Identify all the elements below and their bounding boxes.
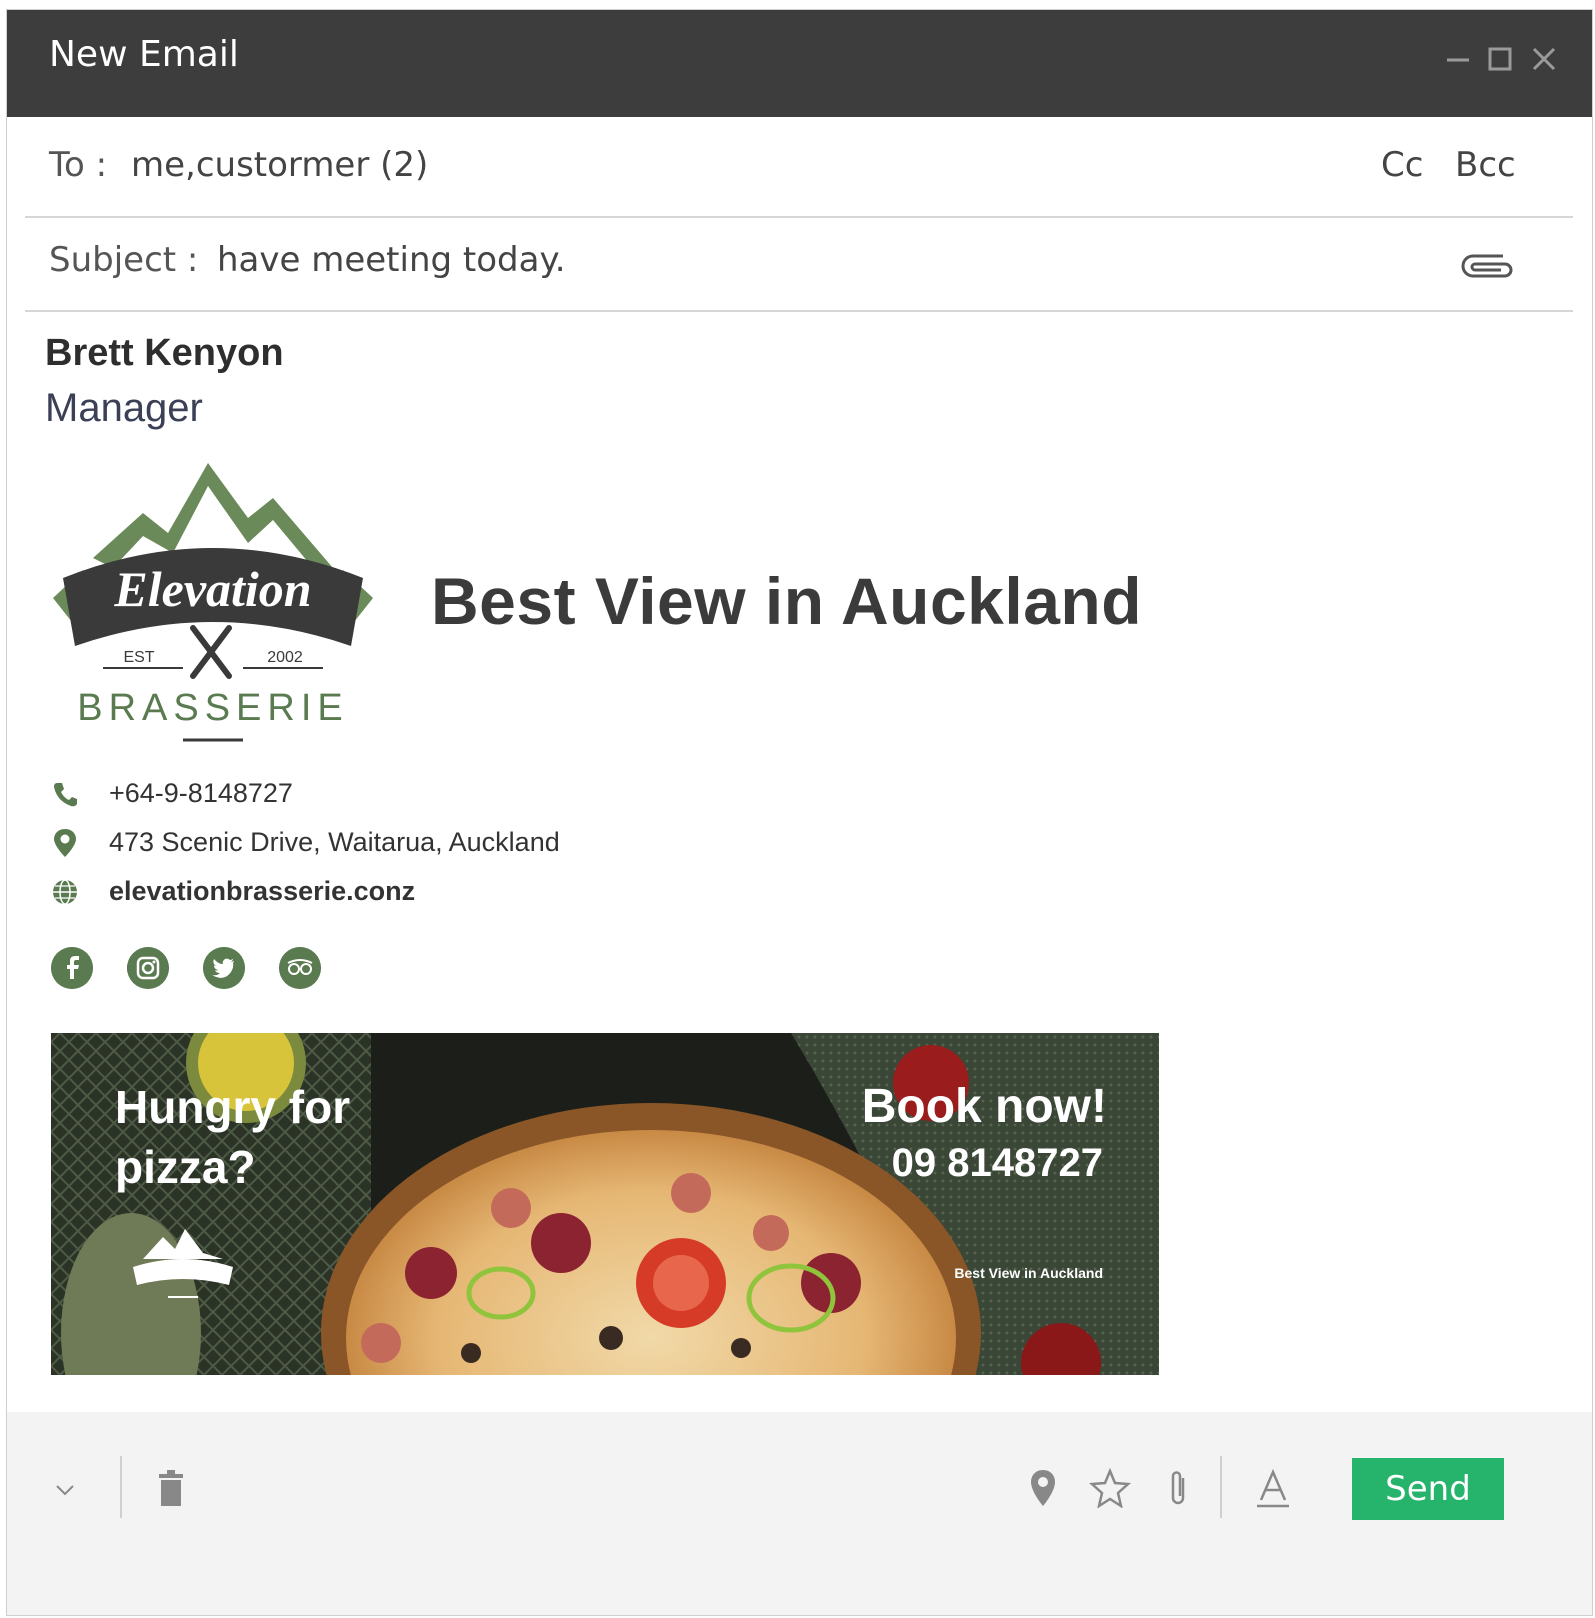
email-compose-window: New Email To : Cc Bcc Subject : Brett Ke… (6, 9, 1593, 1616)
trash-icon[interactable] (155, 1468, 187, 1508)
banner-tagline: Best View in Auckland (954, 1265, 1103, 1281)
fork-knife-icon (190, 625, 232, 679)
window-title: New Email (49, 34, 239, 75)
close-icon[interactable] (1529, 44, 1559, 74)
location-pin-icon (54, 829, 76, 857)
logo-subtitle: BRASSERIE (77, 687, 349, 729)
text-format-icon[interactable] (1255, 1468, 1291, 1508)
signature-name: Brett Kenyon (45, 332, 284, 374)
minimize-icon[interactable] (1443, 44, 1473, 74)
star-icon[interactable] (1089, 1468, 1131, 1508)
location-icon[interactable] (1029, 1468, 1057, 1508)
address-text: 473 Scenic Drive, Waitarua, Auckland (109, 827, 560, 857)
attachment-icon[interactable] (1459, 250, 1515, 284)
pizza-promo-banner[interactable]: Hungry for pizza? Book now! 09 8148727 B… (51, 1033, 1159, 1375)
to-row: To : Cc Bcc (25, 117, 1573, 218)
title-bar: New Email (7, 10, 1592, 117)
elevation-brasserie-logo: Elevation EST 2002 BRASSERIE (53, 463, 373, 742)
toolbar-divider (1220, 1456, 1222, 1518)
banner-headline: Hungry for pizza? (115, 1081, 351, 1193)
to-label: To : (49, 145, 108, 185)
instagram-icon[interactable] (127, 947, 169, 989)
maximize-icon[interactable] (1485, 44, 1515, 74)
logo-year: 2002 (267, 649, 303, 666)
subject-label: Subject : (49, 240, 199, 280)
globe-icon (53, 879, 77, 905)
send-button[interactable]: Send (1352, 1458, 1504, 1520)
signature-role: Manager (45, 386, 203, 430)
website-link[interactable]: elevationbrasserie.conz (109, 876, 415, 907)
subject-field[interactable] (217, 240, 1217, 280)
tripadvisor-icon[interactable] (279, 947, 321, 989)
toolbar-divider (120, 1456, 122, 1518)
phone-text: +64-9-8148727 (109, 778, 293, 808)
subject-row: Subject : (25, 218, 1573, 312)
bcc-button[interactable]: Bcc (1455, 145, 1516, 185)
cc-button[interactable]: Cc (1381, 145, 1423, 185)
banner-cta: Book now! (861, 1080, 1107, 1133)
signature-tagline: Best View in Auckland (431, 564, 1143, 638)
twitter-icon[interactable] (203, 947, 245, 989)
phone-icon (54, 783, 77, 807)
facebook-icon[interactable] (51, 947, 93, 989)
paperclip-icon[interactable] (1165, 1468, 1191, 1508)
banner-phone: 09 8148727 (891, 1141, 1103, 1185)
logo-name: Elevation (113, 561, 311, 617)
compose-toolbar: Send (7, 1412, 1592, 1615)
to-field[interactable] (131, 145, 1031, 185)
chevron-down-icon[interactable] (51, 1476, 79, 1504)
logo-est: EST (123, 649, 154, 666)
